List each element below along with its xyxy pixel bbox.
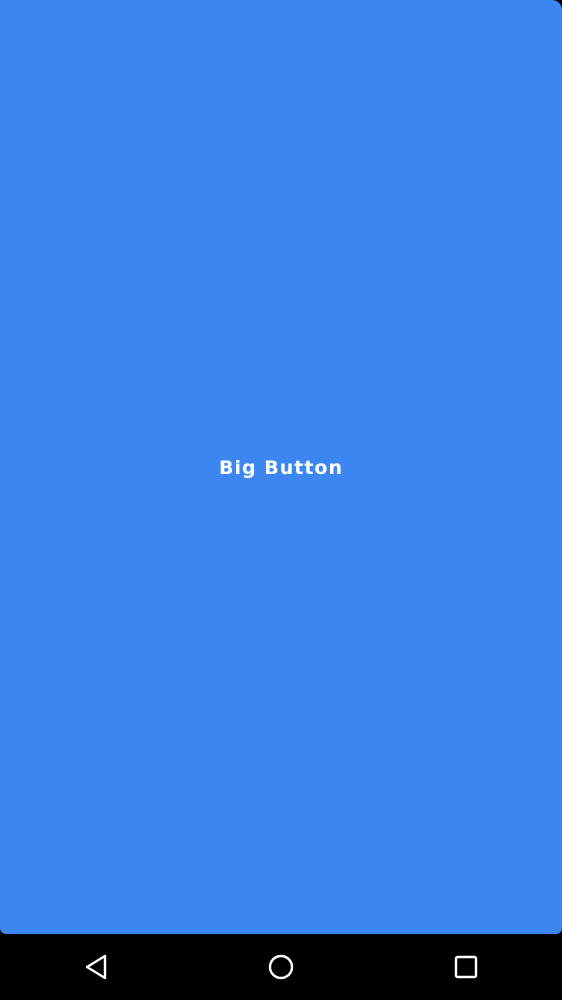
big-button-label: Big Button	[219, 457, 343, 479]
screen: Big Button	[0, 0, 562, 1000]
back-icon	[85, 954, 107, 980]
recents-icon	[454, 955, 478, 979]
back-button[interactable]	[51, 934, 141, 1000]
big-button[interactable]: Big Button	[0, 0, 562, 934]
home-button[interactable]	[236, 934, 326, 1000]
recents-button[interactable]	[421, 934, 511, 1000]
system-navigation-bar	[0, 934, 562, 1000]
home-icon	[268, 954, 294, 980]
